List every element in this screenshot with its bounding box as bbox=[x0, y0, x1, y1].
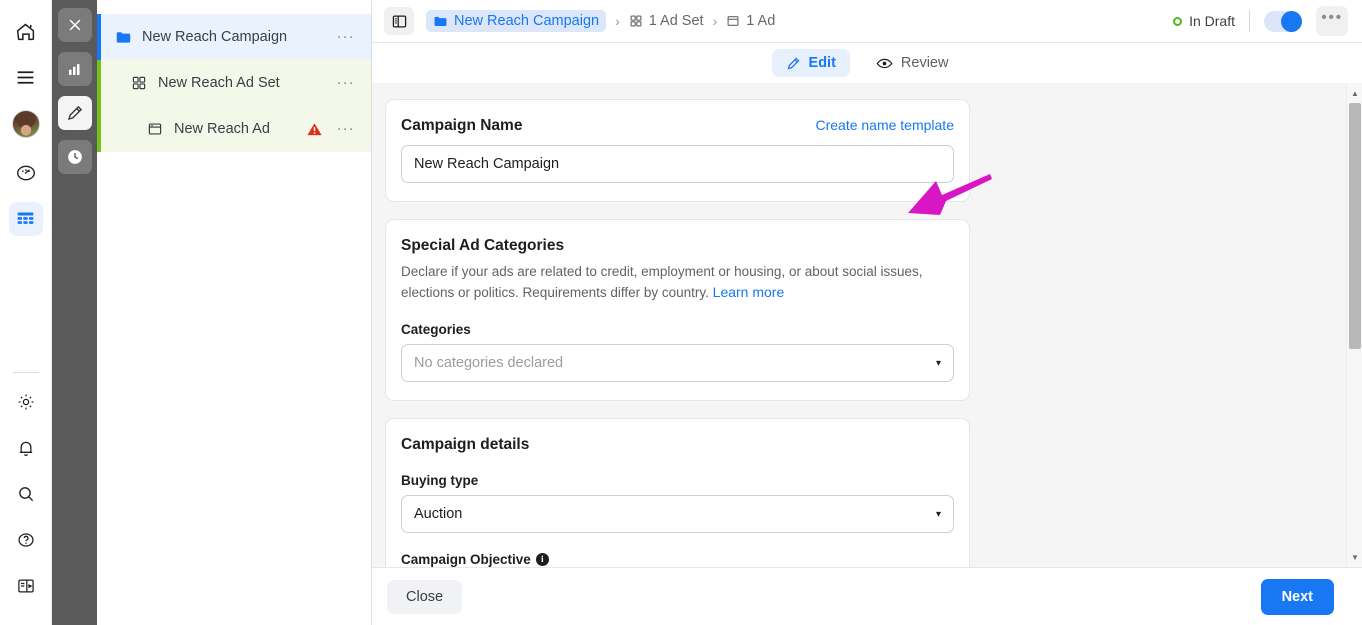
form-cards: Campaign Name Create name template New R… bbox=[385, 99, 970, 567]
grid-icon bbox=[629, 14, 643, 28]
breadcrumb: New Reach Campaign › 1 Ad Set › 1 Ad bbox=[426, 10, 775, 32]
chevron-down-icon: ▾ bbox=[936, 509, 941, 520]
left-icon-rail bbox=[0, 0, 52, 625]
scroll-up-arrow-icon[interactable]: ▲ bbox=[1347, 85, 1362, 101]
close-icon[interactable] bbox=[58, 8, 92, 42]
ads-manager-window: New Reach Campaign ... New Reach Ad Set … bbox=[0, 0, 1362, 625]
folder-icon bbox=[113, 27, 133, 47]
tree-row[interactable]: New Reach Ad ... bbox=[97, 106, 371, 152]
ad-window-icon bbox=[726, 14, 740, 28]
close-button[interactable]: Close bbox=[387, 580, 462, 614]
description-text: Declare if your ads are related to credi… bbox=[401, 264, 923, 300]
buying-type-select[interactable]: Auction ▾ bbox=[401, 495, 954, 533]
gear-icon[interactable] bbox=[9, 385, 43, 419]
bell-icon[interactable] bbox=[9, 431, 43, 465]
card-title: Special Ad Categories bbox=[401, 237, 954, 255]
home-icon[interactable] bbox=[9, 14, 43, 48]
breadcrumb-label: 1 Ad bbox=[746, 13, 775, 29]
side-panel-icon[interactable] bbox=[384, 7, 414, 35]
topbar-right-group: In Draft ••• bbox=[1173, 6, 1348, 36]
panel-icon[interactable] bbox=[9, 569, 43, 603]
campaign-objective-text: Campaign Objective bbox=[401, 552, 531, 567]
clock-icon[interactable] bbox=[58, 140, 92, 174]
folder-icon bbox=[433, 14, 448, 29]
tab-label: Review bbox=[901, 55, 949, 71]
campaign-tree-panel: New Reach Campaign ... New Reach Ad Set … bbox=[97, 0, 372, 625]
sidebar-item-campaigns[interactable] bbox=[9, 202, 43, 236]
tree-row-label: New Reach Campaign bbox=[142, 29, 287, 45]
categories-label: Categories bbox=[401, 322, 954, 337]
editor-topbar: New Reach Campaign › 1 Ad Set › 1 Ad bbox=[372, 0, 1362, 43]
tree-row-menu-button[interactable]: ... bbox=[335, 29, 357, 45]
breadcrumb-label: New Reach Campaign bbox=[454, 13, 599, 29]
breadcrumb-item-ad[interactable]: 1 Ad bbox=[726, 13, 775, 29]
rail-bottom-group bbox=[9, 372, 43, 625]
create-name-template-link[interactable]: Create name template bbox=[815, 117, 954, 133]
warning-icon[interactable] bbox=[306, 121, 323, 138]
status-badge: In Draft bbox=[1173, 13, 1235, 29]
eye-icon bbox=[876, 55, 893, 72]
card-title: Campaign Name bbox=[401, 117, 522, 135]
pencil-icon bbox=[786, 56, 801, 71]
tree-row-label: New Reach Ad bbox=[174, 121, 270, 137]
tab-edit[interactable]: Edit bbox=[772, 49, 850, 77]
breadcrumb-item-adset[interactable]: 1 Ad Set bbox=[629, 13, 704, 29]
divider bbox=[1249, 10, 1250, 32]
tree-row-menu-button[interactable]: ... bbox=[335, 121, 357, 137]
help-icon[interactable] bbox=[9, 523, 43, 557]
editor-tabs: Edit Review bbox=[372, 43, 1362, 83]
info-icon[interactable]: i bbox=[536, 553, 549, 566]
campaign-details-card: Campaign details Buying type Auction ▾ C… bbox=[385, 418, 970, 567]
divider bbox=[13, 372, 39, 373]
status-label: In Draft bbox=[1189, 13, 1235, 29]
buying-type-label: Buying type bbox=[401, 473, 954, 488]
campaign-name-card: Campaign Name Create name template New R… bbox=[385, 99, 970, 202]
categories-select[interactable]: No categories declared ▾ bbox=[401, 344, 954, 382]
learn-more-link[interactable]: Learn more bbox=[713, 284, 785, 300]
tree-row-menu-button[interactable]: ... bbox=[335, 75, 357, 91]
kebab-label: ••• bbox=[1319, 13, 1345, 29]
editor-scroll-area[interactable]: Campaign Name Create name template New R… bbox=[372, 83, 1362, 567]
publish-toggle[interactable] bbox=[1264, 11, 1302, 32]
campaign-name-input[interactable]: New Reach Campaign bbox=[401, 145, 954, 183]
chart-bar-icon[interactable] bbox=[58, 52, 92, 86]
editor-tool-strip bbox=[52, 0, 97, 625]
status-dot-icon bbox=[1173, 17, 1182, 26]
tree-row[interactable]: New Reach Ad Set ... bbox=[97, 60, 371, 106]
card-description: Declare if your ads are related to credi… bbox=[401, 262, 954, 303]
buying-type-value: Auction bbox=[414, 506, 462, 522]
ad-window-icon bbox=[145, 119, 165, 139]
tab-review[interactable]: Review bbox=[862, 49, 963, 78]
tree-row[interactable]: New Reach Campaign ... bbox=[97, 14, 371, 60]
special-ad-categories-card: Special Ad Categories Declare if your ad… bbox=[385, 219, 970, 401]
categories-select-value: No categories declared bbox=[414, 355, 563, 371]
menu-icon[interactable] bbox=[9, 60, 43, 94]
breadcrumb-label: 1 Ad Set bbox=[649, 13, 704, 29]
tree-row-label: New Reach Ad Set bbox=[158, 75, 280, 91]
editor-footer: Close Next bbox=[372, 567, 1362, 625]
tab-label: Edit bbox=[809, 55, 836, 71]
search-icon[interactable] bbox=[9, 477, 43, 511]
breadcrumb-separator: › bbox=[713, 13, 718, 29]
chevron-down-icon: ▾ bbox=[936, 358, 941, 369]
scroll-down-arrow-icon[interactable]: ▼ bbox=[1347, 549, 1362, 565]
more-options-button[interactable]: ••• bbox=[1316, 6, 1348, 36]
breadcrumb-separator: › bbox=[615, 13, 620, 29]
breadcrumb-item-campaign[interactable]: New Reach Campaign bbox=[426, 10, 606, 32]
grid-icon bbox=[129, 73, 149, 93]
card-title: Campaign details bbox=[401, 436, 954, 454]
gauge-icon[interactable] bbox=[9, 156, 43, 190]
vertical-scrollbar[interactable]: ▲ ▼ bbox=[1346, 83, 1362, 567]
avatar[interactable] bbox=[12, 110, 40, 138]
campaign-objective-label: Campaign Objective i bbox=[401, 552, 954, 567]
scrollbar-thumb[interactable] bbox=[1349, 103, 1361, 349]
main-editor-pane: New Reach Campaign › 1 Ad Set › 1 Ad bbox=[372, 0, 1362, 625]
pencil-icon[interactable] bbox=[58, 96, 92, 130]
card-header: Campaign Name Create name template bbox=[401, 117, 954, 135]
next-button[interactable]: Next bbox=[1261, 579, 1334, 615]
